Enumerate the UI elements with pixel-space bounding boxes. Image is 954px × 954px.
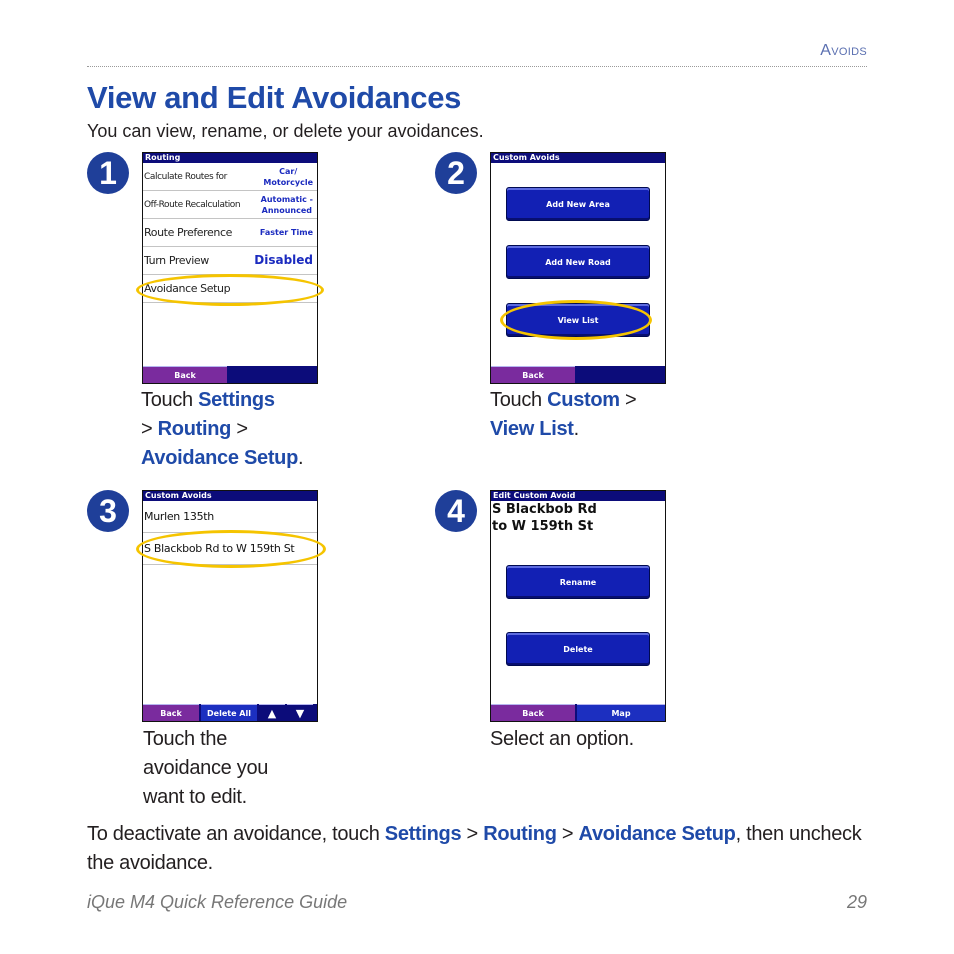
add-new-road-button[interactable]: Add New Road: [506, 245, 650, 279]
step-2-screenshot-custom-avoids: Custom Avoids Add New Area Add New Road …: [490, 152, 666, 384]
screen-bottom-bar: Back: [491, 366, 665, 383]
row-label: Calculate Routes for: [144, 171, 227, 182]
delete-button[interactable]: Delete: [506, 632, 650, 666]
add-new-area-button[interactable]: Add New Area: [506, 187, 650, 221]
row-label: Off-Route Recalculation: [144, 199, 241, 210]
view-list-button[interactable]: View List: [506, 303, 650, 337]
scroll-down-arrow-icon[interactable]: ▼: [287, 704, 313, 721]
back-button[interactable]: Back: [491, 704, 575, 721]
rename-button[interactable]: Rename: [506, 565, 650, 599]
row-value: Disabled: [254, 253, 313, 267]
step-3-screenshot-avoid-list: Custom Avoids Murlen 135th S Blackbob Rd…: [142, 490, 318, 722]
step-3-number-icon: 3: [87, 490, 129, 532]
avoid-name: S Blackbob Rd to W 159th St: [492, 502, 597, 534]
screen-title: Routing: [143, 153, 317, 163]
deactivate-note: To deactivate an avoidance, touch Settin…: [87, 823, 862, 874]
step-2-number-icon: 2: [435, 152, 477, 194]
screen-bottom-bar: Back: [143, 366, 317, 383]
delete-all-button[interactable]: Delete All: [201, 704, 257, 721]
avoid-list-item[interactable]: Murlen 135th: [143, 501, 317, 533]
step-2-caption: Touch Custom > View List.: [490, 389, 637, 440]
row-label: Avoidance Setup: [144, 282, 231, 295]
routing-row-avoidance-setup[interactable]: Avoidance Setup: [143, 275, 317, 303]
screen-bottom-bar: Back Delete All ▲ ▼: [143, 704, 317, 721]
row-value: Car/Motorcycle: [263, 166, 313, 187]
step-1-caption: Touch Settings > Routing > Avoidance Set…: [141, 389, 304, 469]
scroll-up-arrow-icon[interactable]: ▲: [259, 704, 285, 721]
step-1-number-icon: 1: [87, 152, 129, 194]
back-button[interactable]: Back: [491, 366, 575, 383]
back-button[interactable]: Back: [143, 704, 199, 721]
step-3-caption: Touch the avoidance you want to edit.: [143, 728, 269, 808]
step-4-caption: Select an option.: [490, 728, 634, 750]
back-button[interactable]: Back: [143, 366, 227, 383]
page-title: View and Edit Avoidances: [87, 80, 462, 115]
step-4-number-icon: 4: [435, 490, 477, 532]
screen-title: Custom Avoids: [143, 491, 317, 501]
header-divider: [87, 66, 867, 67]
screen-title: Edit Custom Avoid: [491, 491, 665, 501]
screen-title: Custom Avoids: [491, 153, 665, 163]
row-label: Route Preference: [144, 226, 232, 239]
routing-row-calculate-routes[interactable]: Calculate Routes for Car/Motorcycle: [143, 163, 317, 191]
page-number: 29: [846, 892, 867, 912]
map-button[interactable]: Map: [577, 704, 665, 721]
intro-text: You can view, rename, or delete your avo…: [87, 121, 484, 141]
row-value: Automatic - Announced: [260, 194, 313, 215]
avoid-list-item[interactable]: S Blackbob Rd to W 159th St: [143, 533, 317, 565]
section-label: Avoids: [820, 42, 867, 59]
guide-title: iQue M4 Quick Reference Guide: [87, 892, 348, 912]
row-value: Faster Time: [259, 228, 313, 237]
row-label: Turn Preview: [144, 254, 209, 267]
screen-bottom-bar: Back Map: [491, 704, 665, 721]
routing-row-turn-preview[interactable]: Turn Preview Disabled: [143, 247, 317, 275]
step-1-screenshot-routing: Routing Calculate Routes for Car/Motorcy…: [142, 152, 318, 384]
routing-row-off-route-recalculation[interactable]: Off-Route Recalculation Automatic - Annou…: [143, 191, 317, 219]
routing-row-route-preference[interactable]: Route Preference Faster Time: [143, 219, 317, 247]
step-4-screenshot-edit-avoid: Edit Custom Avoid S Blackbob Rd to W 159t…: [490, 490, 666, 722]
